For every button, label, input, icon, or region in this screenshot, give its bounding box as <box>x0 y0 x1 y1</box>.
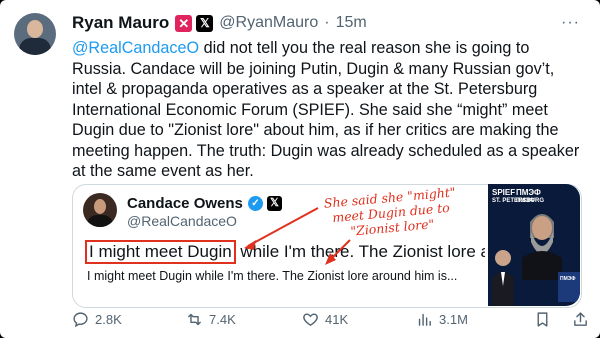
views-button[interactable]: 3.1M <box>416 311 468 328</box>
reply-button[interactable]: 2.8K <box>72 311 122 328</box>
author-handle[interactable]: @RyanMauro <box>219 14 318 32</box>
tweet-body: did not tell you the real reason she is … <box>72 39 580 180</box>
share-icon <box>574 312 587 326</box>
quoted-avatar-shoulders <box>87 215 113 227</box>
repost-count: 7.4K <box>209 312 236 327</box>
bookmark-button[interactable] <box>534 311 557 328</box>
share-button[interactable] <box>572 311 595 328</box>
affiliation-badge-icon: ✕ <box>175 14 193 32</box>
tweet-text: @RealCandaceO did not tell you the real … <box>72 38 587 182</box>
heart-icon <box>303 313 318 327</box>
x-logo-icon: 𝕏 <box>266 196 282 211</box>
quoted-handle[interactable]: @RealCandaceO <box>127 213 237 229</box>
repost-button[interactable]: 7.4K <box>186 311 236 328</box>
action-bar: 2.8K 7.4K 41K 3.1M <box>72 311 592 329</box>
reply-count: 2.8K <box>95 312 122 327</box>
spief-logo-text: SPIEF <box>492 188 516 197</box>
mention-link[interactable]: @RealCandaceO <box>72 39 199 57</box>
avatar-head <box>27 20 43 38</box>
quoted-caption-small: I might meet Dugin while I'm there. The … <box>87 269 487 283</box>
separator: · <box>324 14 330 31</box>
view-count: 3.1M <box>439 312 468 327</box>
caption-small-rest: while I'm there. The Zionist lore around… <box>191 269 458 283</box>
underlined-phrase: I might meet Dugin <box>87 269 192 283</box>
quoted-author-name[interactable]: Candace Owens <box>127 195 243 212</box>
author-avatar[interactable] <box>14 13 56 55</box>
like-count: 41K <box>325 312 349 327</box>
quoted-media-thumbnail[interactable]: SPIEF ПМЭФ ST. PETERSBURG ПМЭФ ПМЭФ <box>488 184 580 306</box>
tweet-header: Ryan Mauro ✕ 𝕏 @RyanMauro · 15m <box>72 12 367 34</box>
bookmark-icon <box>537 312 548 327</box>
like-button[interactable]: 41K <box>302 311 348 328</box>
bearded-man-figure <box>522 214 562 280</box>
verified-badge-icon: ✓ <box>247 196 263 211</box>
caption-large-rest: while I'm there. The Zionist lore around <box>240 242 485 261</box>
more-options-icon[interactable]: ··· <box>561 14 580 32</box>
quoted-caption-large: I might meet Dugin while I'm there. The … <box>85 240 485 264</box>
analytics-icon <box>418 313 431 326</box>
timestamp[interactable]: 15m <box>336 14 367 32</box>
stage-screen-label: ПМЭФ <box>560 276 576 282</box>
tweet-card: Ryan Mauro ✕ 𝕏 @RyanMauro · 15m ··· @Rea… <box>0 0 600 338</box>
pmef-logo-text: ПМЭФ <box>516 188 541 197</box>
quoted-author: Candace Owens ✓ 𝕏 <box>127 195 282 212</box>
repost-icon <box>188 313 201 326</box>
x-logo-icon: 𝕏 <box>196 14 214 32</box>
avatar-body <box>19 38 51 55</box>
boxed-phrase: I might meet Dugin <box>85 240 236 264</box>
quoted-avatar-face <box>94 199 106 214</box>
author-name[interactable]: Ryan Mauro <box>72 13 169 33</box>
pmef-subtitle-text: ПМЭФ <box>516 198 535 204</box>
quoted-avatar[interactable] <box>83 193 117 227</box>
reply-icon <box>73 312 88 328</box>
person-left-figure <box>492 250 514 306</box>
